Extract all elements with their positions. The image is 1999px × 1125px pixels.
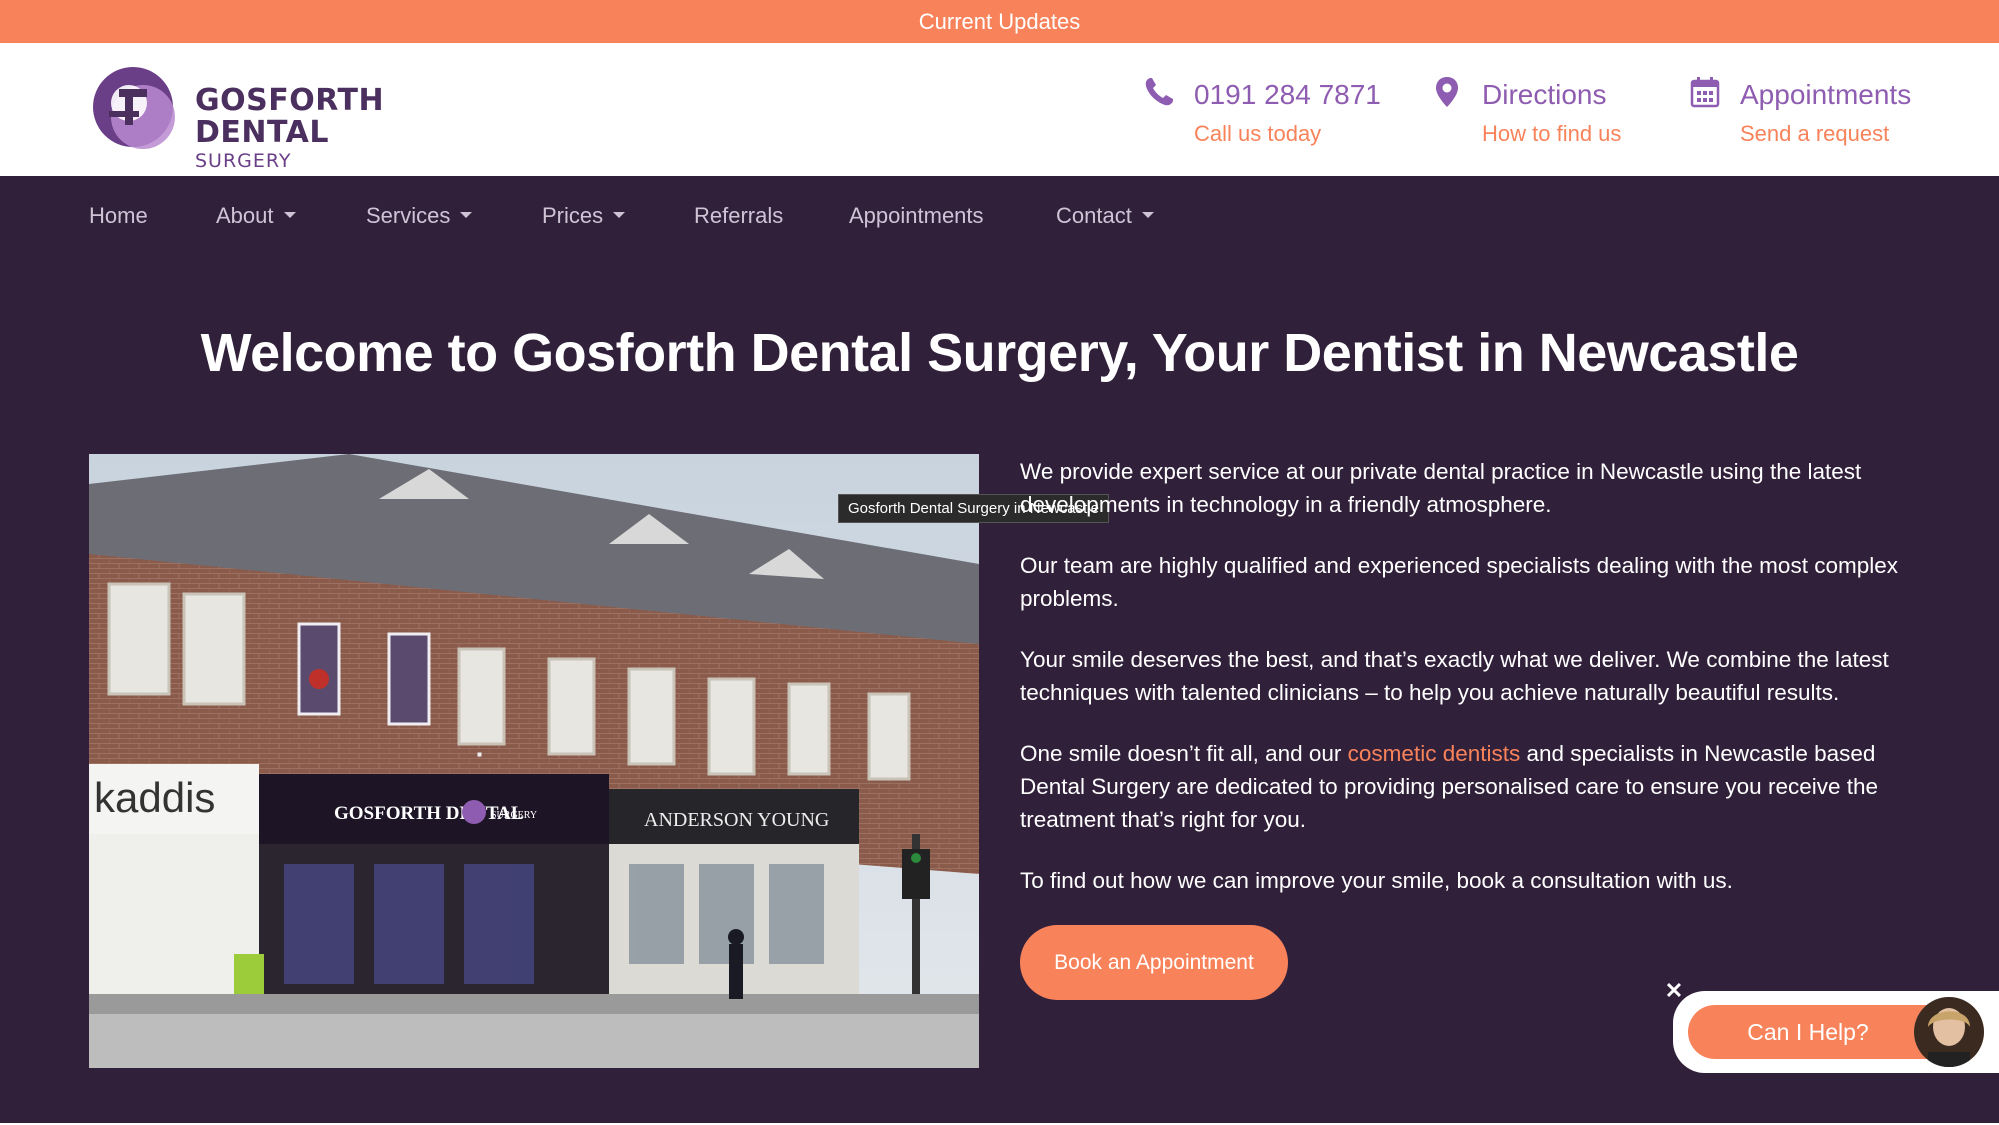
- directions-subtext: How to find us: [1482, 121, 1622, 146]
- nav-label: Prices: [542, 203, 604, 228]
- site-header: GOSFORTH DENTAL SURGERY 0191 284 7871 Ca…: [0, 43, 1999, 176]
- chevron-down-icon: [460, 212, 473, 219]
- phone-contact[interactable]: 0191 284 7871 Call us today: [1142, 73, 1402, 153]
- chevron-down-icon: [283, 212, 296, 219]
- nav-label: Contact: [1056, 203, 1132, 228]
- appointments-subtext: Send a request: [1740, 121, 1890, 146]
- nav-item-services[interactable]: Services: [366, 203, 473, 229]
- nav-item-about[interactable]: About: [216, 203, 296, 229]
- intro-paragraph-3: Your smile deserves the best, and that’s…: [1020, 647, 1889, 705]
- phone-number: 0191 284 7871: [1194, 79, 1381, 110]
- logo-line-3: SURGERY: [195, 150, 292, 172]
- p4-text-before: One smile doesn’t fit all, and our: [1020, 741, 1348, 766]
- main-nav: Home About Services Prices Referrals App…: [0, 176, 1999, 256]
- nav-item-referrals[interactable]: Referrals: [694, 203, 783, 229]
- map-pin-icon: [1436, 77, 1458, 107]
- surgery-sign-text: SURGERY: [491, 810, 537, 821]
- nav-item-prices[interactable]: Prices: [542, 203, 626, 229]
- book-appointment-button[interactable]: Book an Appointment: [1020, 925, 1288, 1000]
- logo-text: GOSFORTH DENTAL SURGERY: [195, 85, 384, 173]
- chevron-down-icon: [613, 212, 626, 219]
- close-icon[interactable]: ✕: [1663, 980, 1685, 1002]
- page-title: Welcome to Gosforth Dental Surgery, Your…: [200, 323, 1799, 383]
- current-updates-bar[interactable]: Current Updates: [0, 0, 1999, 43]
- nav-item-contact[interactable]: Contact: [1056, 203, 1154, 229]
- logo-mark-icon: [93, 67, 175, 149]
- logo-line-1: GOSFORTH: [195, 83, 385, 118]
- nav-label: About: [216, 203, 274, 228]
- current-updates-label: Current Updates: [918, 9, 1081, 34]
- phone-subtext: Call us today: [1194, 121, 1322, 146]
- directions-label: Directions: [1482, 79, 1607, 110]
- kaddis-sign-text: kaddis: [94, 774, 215, 821]
- appointments-contact[interactable]: Appointments Send a request: [1688, 73, 1928, 153]
- nav-label: Home: [89, 203, 148, 228]
- surgery-building-photo: kaddis GOSFORTH DENTAL SURGERY ANDERSON …: [89, 454, 979, 1068]
- cosmetic-dentists-link[interactable]: cosmetic dentists: [1348, 741, 1521, 766]
- chat-avatar[interactable]: [1914, 997, 1984, 1067]
- intro-paragraph-2: Our team are highly qualified and experi…: [1020, 553, 1898, 611]
- intro-paragraph-1: We provide expert service at our private…: [1020, 459, 1862, 517]
- chevron-down-icon: [1141, 212, 1154, 219]
- site-logo[interactable]: GOSFORTH DENTAL SURGERY: [89, 63, 389, 172]
- nav-label: Referrals: [694, 203, 784, 228]
- nav-label: Services: [366, 203, 451, 228]
- phone-icon: [1145, 78, 1173, 106]
- nav-item-home[interactable]: Home: [89, 203, 148, 229]
- calendar-icon: [1690, 77, 1720, 108]
- anderson-sign-text: ANDERSON YOUNG: [644, 809, 829, 831]
- nav-item-appointments[interactable]: Appointments: [849, 203, 984, 229]
- intro-paragraph-4: One smile doesn’t fit all, and our cosme…: [1020, 737, 1920, 836]
- appointments-label: Appointments: [1740, 79, 1912, 110]
- logo-line-2: DENTAL: [195, 115, 329, 150]
- directions-contact[interactable]: Directions How to find us: [1430, 73, 1640, 153]
- intro-paragraph-5: To find out how we can improve your smil…: [1020, 868, 1733, 893]
- nav-label: Appointments: [849, 203, 984, 228]
- intro-content: We provide expert service at our private…: [1020, 455, 1920, 925]
